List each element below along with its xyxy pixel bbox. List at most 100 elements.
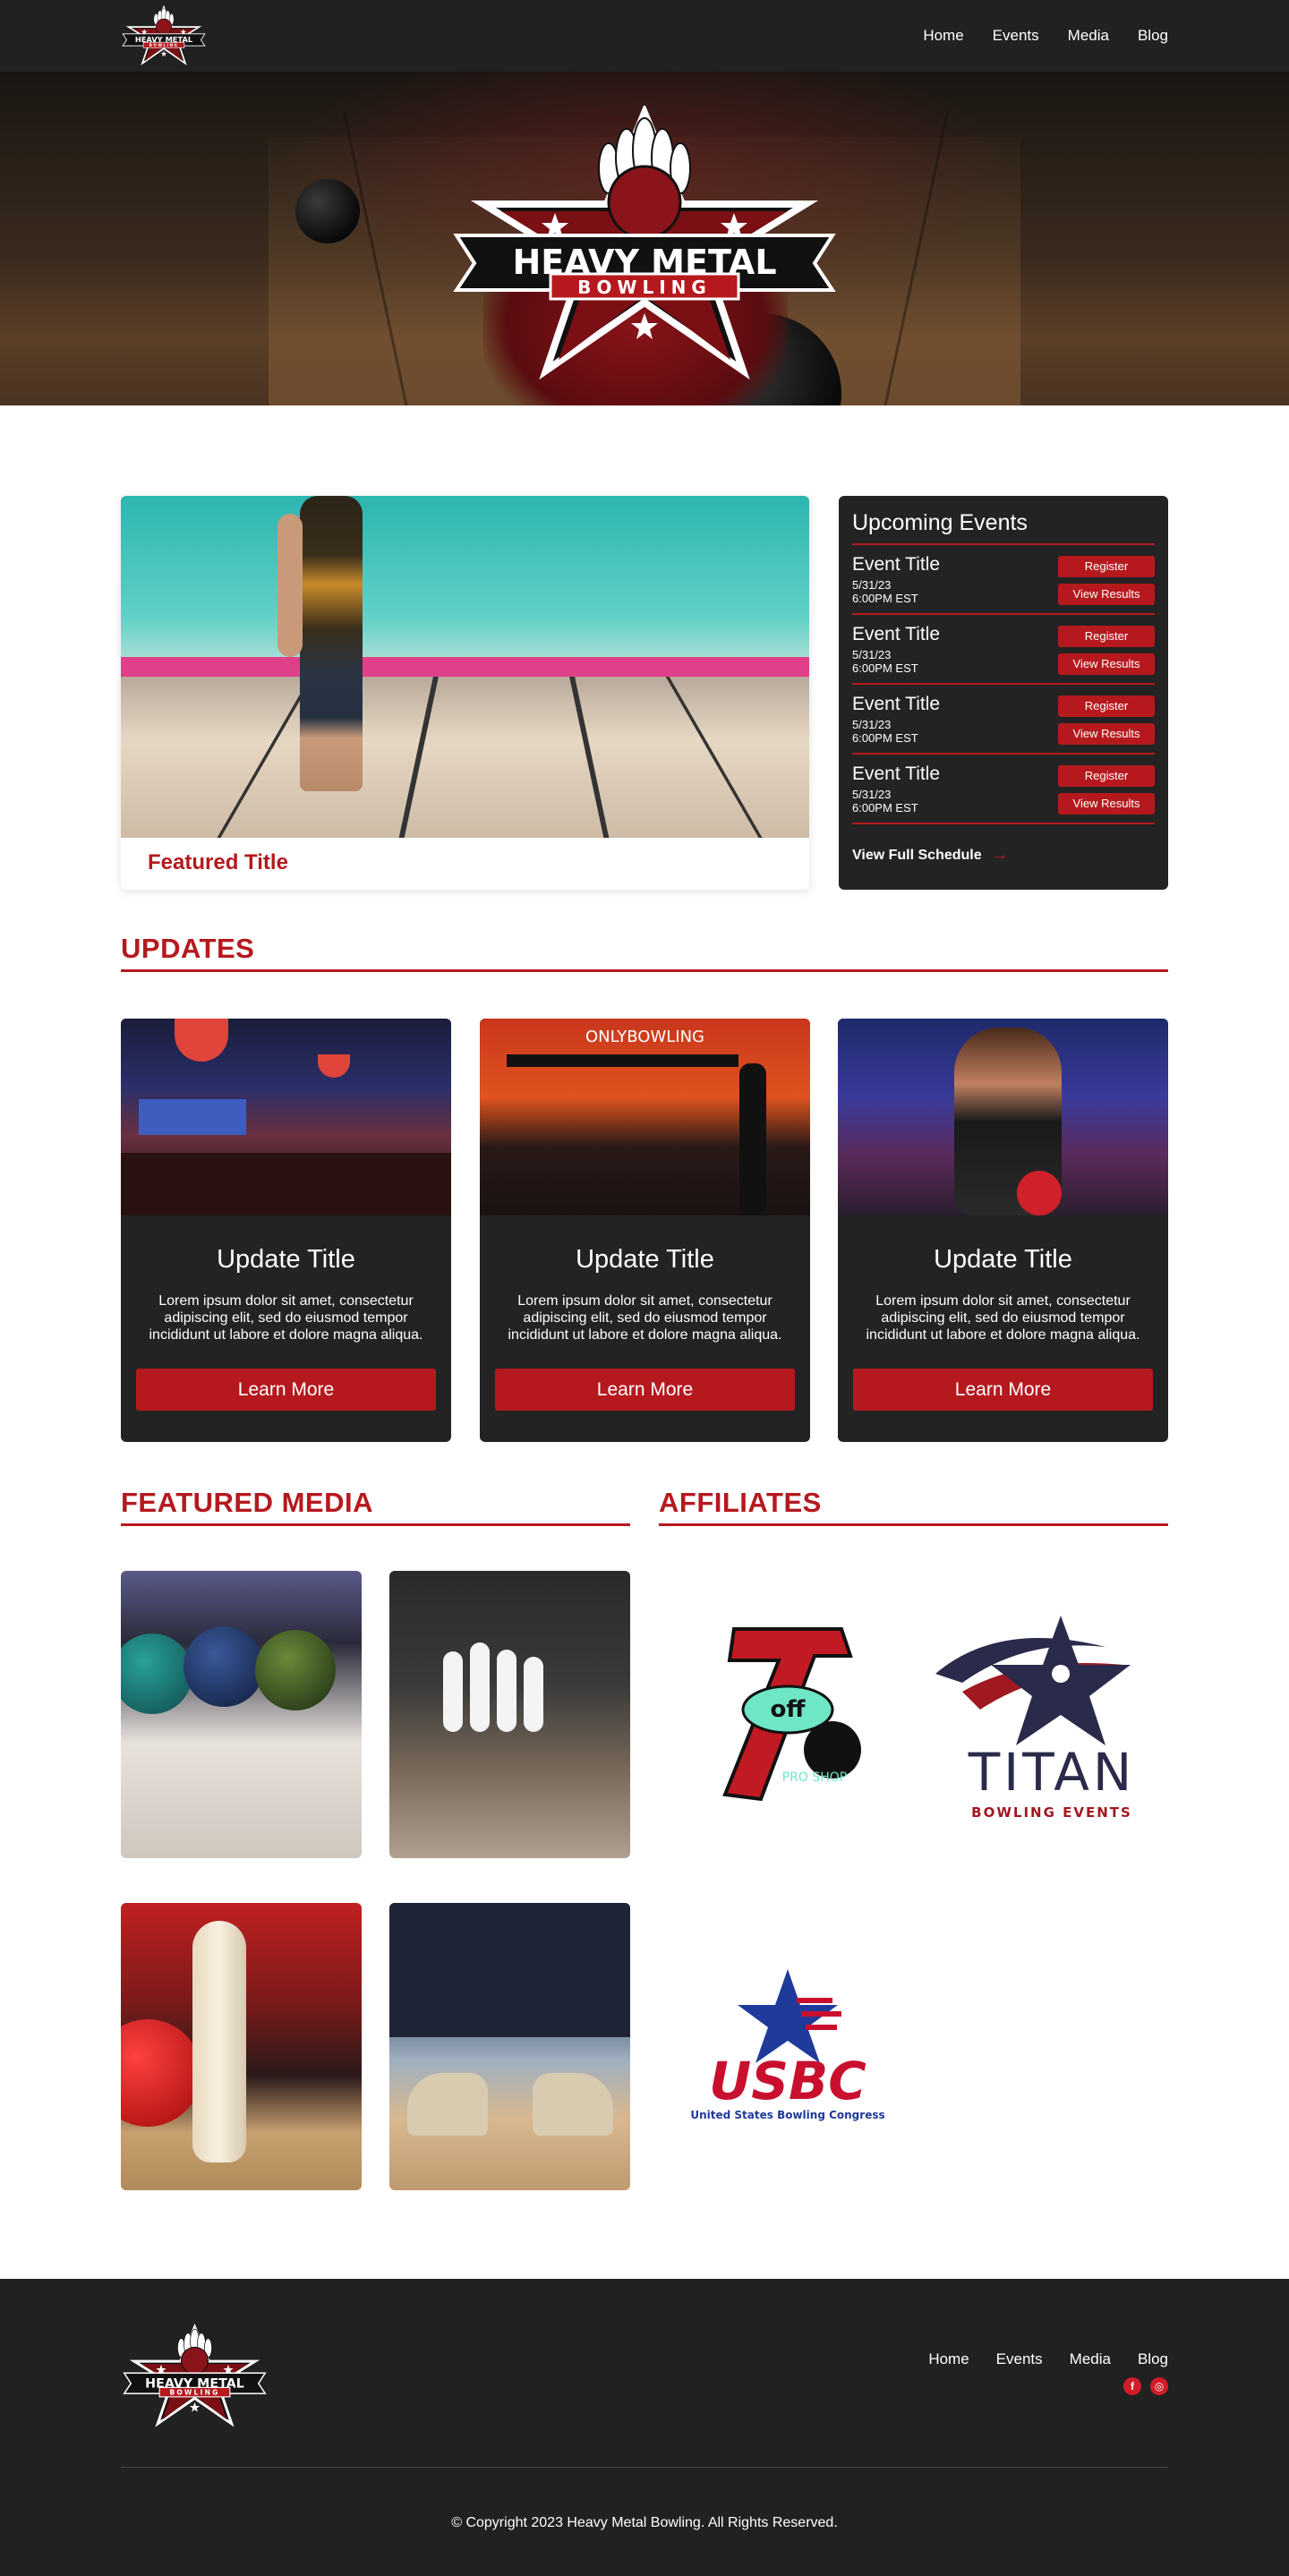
- footer-nav-media[interactable]: Media: [1070, 2350, 1111, 2368]
- event-time: 6:00PM EST: [852, 731, 918, 745]
- facebook-icon[interactable]: f: [1123, 2377, 1141, 2395]
- event-item: Event Title 5/31/23 6:00PM EST Register V…: [852, 615, 1155, 685]
- learn-more-button[interactable]: Learn More: [136, 1369, 436, 1411]
- affiliate-logo-titan[interactable]: TITAN BOWLING EVENTS: [926, 1611, 1159, 1826]
- media-divider: [121, 1523, 630, 1526]
- event-time: 6:00PM EST: [852, 661, 918, 675]
- event-title: Event Title: [852, 554, 941, 575]
- media-thumbnail[interactable]: [121, 1903, 362, 2190]
- footer-logo[interactable]: HEAVY METAL BOWLING: [121, 2324, 269, 2429]
- update-body: Lorem ipsum dolor sit amet, consectetur …: [866, 1293, 1140, 1343]
- register-button[interactable]: Register: [1058, 626, 1155, 647]
- register-button[interactable]: Register: [1058, 695, 1155, 717]
- media-thumbnail[interactable]: [389, 1903, 630, 2190]
- affiliate-logo-usbc[interactable]: USBC United States Bowling Congress: [671, 1965, 904, 2126]
- bowling-ball: [121, 2019, 201, 2127]
- update-title: Update Title: [217, 1245, 355, 1274]
- bowling-pin: [497, 1650, 516, 1732]
- update-card: Update Title Lorem ipsum dolor sit amet,…: [121, 1019, 451, 1442]
- featured-media-heading: FEATURED MEDIA: [121, 1487, 373, 1518]
- hero-logo: HEAVY METAL BOWLING: [448, 106, 841, 383]
- view-results-button[interactable]: View Results: [1058, 793, 1155, 815]
- update-body: Lorem ipsum dolor sit amet, consectetur …: [149, 1293, 423, 1343]
- event-datetime: 5/31/23 6:00PM EST: [852, 578, 918, 605]
- footer-nav-home[interactable]: Home: [928, 2350, 969, 2368]
- site-footer: HEAVY METAL BOWLING Home Events Media Bl…: [0, 2279, 1289, 2576]
- event-title: Event Title: [852, 624, 941, 644]
- updates-heading: UPDATES: [121, 933, 255, 964]
- nav-events[interactable]: Events: [993, 27, 1039, 45]
- logo-text-main: TITAN: [968, 1742, 1136, 1803]
- booth-seating: [121, 1153, 451, 1215]
- event-datetime: 5/31/23 6:00PM EST: [852, 788, 918, 815]
- affiliate-logo-7-off[interactable]: off 7 PRO SHOP: [707, 1620, 868, 1808]
- footer-nav-blog[interactable]: Blog: [1138, 2350, 1168, 2368]
- bowling-shoe: [533, 2073, 613, 2136]
- update-image: [121, 1019, 451, 1215]
- logo-text-sub: United States Bowling Congress: [690, 2109, 884, 2121]
- nav-home[interactable]: Home: [923, 27, 963, 45]
- event-title: Event Title: [852, 763, 941, 784]
- pendant-lamp: [318, 1054, 350, 1078]
- update-card: Update Title Lorem ipsum dolor sit amet,…: [838, 1019, 1168, 1442]
- media-thumbnail[interactable]: [121, 1571, 362, 1858]
- nav-blog[interactable]: Blog: [1138, 27, 1168, 45]
- register-button[interactable]: Register: [1058, 556, 1155, 577]
- footer-nav-events[interactable]: Events: [996, 2350, 1043, 2368]
- site-header: HEAVY METAL BOWLING Home Events Media Bl…: [0, 0, 1289, 72]
- logo-text-line2: BOWLING: [577, 277, 712, 298]
- view-full-schedule-link[interactable]: View Full Schedule →: [852, 845, 1009, 866]
- bowling-ball: [121, 1633, 192, 1714]
- event-title: Event Title: [852, 694, 941, 714]
- lanes-floor: [121, 675, 809, 838]
- nav-media[interactable]: Media: [1068, 27, 1109, 45]
- bowling-ball: [255, 1630, 336, 1710]
- view-results-button[interactable]: View Results: [1058, 584, 1155, 605]
- bowling-shoe: [407, 2073, 488, 2136]
- footer-nav: Home Events Media Blog: [928, 2350, 1168, 2368]
- events-heading: Upcoming Events: [852, 510, 1155, 545]
- event-date: 5/31/23: [852, 578, 892, 592]
- venue-sign: ONLYBOWLING: [585, 1028, 704, 1046]
- logo-text-line2: BOWLING: [149, 43, 179, 48]
- logo-text-main: USBC: [709, 2051, 866, 2111]
- bowling-ball: [1017, 1171, 1062, 1215]
- pink-band: [121, 657, 809, 677]
- event-datetime: 5/31/23 6:00PM EST: [852, 648, 918, 675]
- media-thumbnail[interactable]: [389, 1571, 630, 1858]
- view-results-button[interactable]: View Results: [1058, 653, 1155, 675]
- logo-text-line2: BOWLING: [169, 2389, 219, 2397]
- featured-card[interactable]: Featured Title: [121, 496, 809, 890]
- instagram-icon[interactable]: ◎: [1150, 2377, 1168, 2395]
- affiliates-heading: AFFILIATES: [659, 1487, 822, 1518]
- bowling-pin: [192, 1921, 246, 2162]
- upcoming-events-panel: Upcoming Events Event Title 5/31/23 6:00P…: [839, 496, 1168, 890]
- event-item: Event Title 5/31/23 6:00PM EST Register V…: [852, 755, 1155, 824]
- update-image: [838, 1019, 1168, 1215]
- logo-text-sub: BOWLING EVENTS: [971, 1804, 1132, 1821]
- view-results-button[interactable]: View Results: [1058, 723, 1155, 745]
- update-title: Update Title: [934, 1245, 1072, 1274]
- bowling-pin: [470, 1642, 490, 1732]
- score-screens: [507, 1054, 738, 1067]
- featured-image: [121, 496, 809, 838]
- event-time: 6:00PM EST: [852, 801, 918, 815]
- featured-title[interactable]: Featured Title: [148, 850, 288, 875]
- bowling-pin: [443, 1651, 463, 1732]
- top-nav: Home Events Media Blog: [923, 0, 1168, 72]
- bowling-pin: [524, 1657, 543, 1732]
- site-logo[interactable]: HEAVY METAL BOWLING: [121, 4, 207, 68]
- logo-text-small: PRO SHOP: [782, 1770, 848, 1785]
- register-button[interactable]: Register: [1058, 765, 1155, 787]
- pendant-lamp: [175, 1019, 228, 1062]
- event-date: 5/31/23: [852, 648, 892, 661]
- learn-more-button[interactable]: Learn More: [495, 1369, 795, 1411]
- arrow-right-icon: →: [990, 845, 1009, 865]
- footer-divider: [121, 2467, 1168, 2468]
- event-datetime: 5/31/23 6:00PM EST: [852, 718, 918, 745]
- hero-banner: HEAVY METAL BOWLING: [0, 72, 1289, 405]
- event-date: 5/31/23: [852, 718, 892, 731]
- hero-bowling-ball: [295, 179, 360, 243]
- event-item: Event Title 5/31/23 6:00PM EST Register V…: [852, 545, 1155, 615]
- learn-more-button[interactable]: Learn More: [853, 1369, 1153, 1411]
